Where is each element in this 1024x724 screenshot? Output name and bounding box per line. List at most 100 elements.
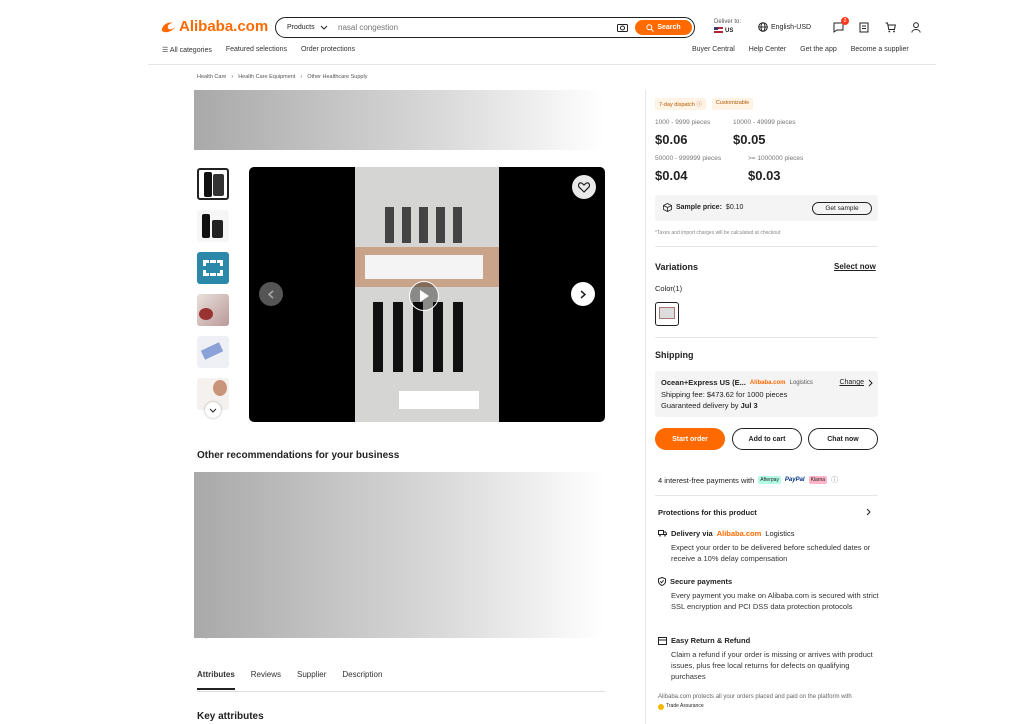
protection-payments-label: Secure payments [670,577,733,586]
section-divider [655,495,878,496]
chevron-down-icon [320,25,327,30]
price-tier: 1000 - 9999 pieces $0.06 [655,119,735,147]
messages-icon[interactable]: 2 [832,17,849,33]
next-image-button[interactable] [571,282,595,306]
breadcrumb-item[interactable]: Other Healthcare Supply [307,74,367,80]
box-icon [663,203,672,212]
camera-icon[interactable] [615,21,629,35]
search-bar: Products Search [275,17,695,38]
shipping-box: Ocean+Express US (E... Alibaba.com Logis… [655,371,878,417]
all-categories-link[interactable]: ☰ All categories [162,46,212,54]
section-divider [655,246,878,247]
language-label: English-USD [771,23,812,31]
sample-price-value: $0.10 [725,204,744,211]
gallery-thumbnail[interactable] [197,168,229,200]
protection-delivery-desc: Expect your order to be delivered before… [671,543,871,563]
breadcrumb-separator: › [231,74,234,80]
orders-icon[interactable] [858,21,870,33]
gallery-thumbnail[interactable] [197,336,229,368]
alibaba-logo[interactable]: Alibaba.com [160,18,268,35]
tab-attributes[interactable]: Attributes [197,670,235,690]
order-protections-link[interactable]: Order protections [301,46,355,54]
tab-supplier[interactable]: Supplier [297,670,326,690]
shipping-brand: Alibaba.com [749,379,786,386]
gallery-thumbnail[interactable] [197,210,229,242]
play-icon [420,290,429,302]
shipping-method-row: Ocean+Express US (E... Alibaba.com Logis… [661,378,873,387]
chevron-right-icon[interactable] [868,379,873,387]
main-product-media[interactable] [249,167,605,422]
us-flag-icon [714,27,723,34]
color-swatch[interactable] [655,302,679,326]
price-tier-range: 1000 - 9999 pieces [655,119,711,126]
shipping-guarantee-label: Guaranteed delivery by [661,401,739,410]
nav-right: Buyer Central Help Center Get the app Be… [692,46,909,53]
cart-icon[interactable] [884,21,896,33]
sample-price-row: Sample price: $0.10 [663,203,743,212]
messages-badge: 2 [841,17,849,25]
language-selector[interactable]: English-USD [758,22,811,32]
heart-icon [578,181,590,193]
obscured-fragment: Easy Return [197,634,225,640]
breadcrumb-item[interactable]: Health Care Equipment [238,74,295,80]
section-divider [655,337,878,338]
shipping-logistics: Logistics [789,379,813,386]
previous-image-button[interactable] [259,282,283,306]
globe-icon [758,22,768,32]
price-tier-value: $0.06 [655,132,688,147]
buyer-central-link[interactable]: Buyer Central [692,46,735,53]
price-tier: >= 1000000 pieces $0.03 [748,155,838,183]
help-center-link[interactable]: Help Center [749,46,786,53]
search-button[interactable]: Search [635,20,692,35]
gallery-thumbnail[interactable] [197,294,229,326]
favorite-button[interactable] [572,175,596,199]
price-tier-value: $0.05 [733,132,766,147]
protection-payments: Secure payments Every payment you make o… [658,577,881,612]
info-icon: ⓘ [696,102,702,108]
shield-check-icon [658,577,666,586]
tab-reviews[interactable]: Reviews [251,670,281,690]
deliver-to[interactable]: Deliver to: US [714,18,741,36]
price-tier-range: 50000 - 999999 pieces [655,155,722,162]
protection-delivery-title: Delivery via Alibaba.com Logistics [658,529,881,538]
trade-assurance-badge: Trade Assurance [658,702,704,711]
gallery-thumbnail[interactable] [197,252,229,284]
payment-options: 4 interest-free payments with Afterpay P… [658,475,838,485]
account-icon[interactable] [910,21,922,33]
tab-description[interactable]: Description [342,670,382,690]
change-shipping-link[interactable]: Change [839,379,864,386]
add-to-cart-button[interactable]: Add to cart [732,428,802,450]
protections-title[interactable]: Protections for this product [658,508,757,517]
start-order-button[interactable]: Start order [655,428,725,450]
tabs-divider [197,691,605,692]
nav-left: ☰ All categories Featured selections Ord… [162,46,355,54]
search-category-select[interactable]: Products [276,24,338,31]
logo-text: Alibaba.com [179,18,269,35]
breadcrumb: Health Care › Health Care Equipment › Othe… [197,74,367,80]
select-now-link[interactable]: Select now [834,262,876,271]
chevron-down-icon [209,408,217,413]
thumbnails-scroll-down[interactable] [205,402,221,418]
price-tier: 10000 - 49999 pieces $0.05 [733,119,823,147]
play-video-button[interactable] [409,281,439,311]
shipping-title: Shipping [655,350,694,360]
price-tier: 50000 - 999999 pieces $0.04 [655,155,745,183]
protection-refund: Easy Return & Refund Claim a refund if y… [658,636,881,682]
protection-refund-desc: Claim a refund if your order is missing … [671,650,873,681]
chevron-right-icon[interactable] [866,508,871,516]
sample-price-box: Sample price: $0.10 Get sample [655,195,878,221]
shipping-method: Ocean+Express US (E... [661,378,746,387]
protection-delivery: Delivery via Alibaba.com Logistics Expec… [658,529,881,564]
get-app-link[interactable]: Get the app [800,46,837,53]
breadcrumb-item[interactable]: Health Care [197,74,226,80]
search-input[interactable] [338,23,615,32]
get-sample-button[interactable]: Get sample [812,202,872,215]
featured-selections-link[interactable]: Featured selections [226,46,287,54]
info-icon[interactable]: ⓘ [831,475,838,485]
color-label: Color(1) [655,284,683,293]
become-supplier-link[interactable]: Become a supplier [851,46,909,53]
deliver-country: US [725,28,734,34]
breadcrumb-separator: › [300,74,303,80]
chat-now-button[interactable]: Chat now [808,428,878,450]
dispatch-tag-label: 7-day dispatch [659,102,695,108]
